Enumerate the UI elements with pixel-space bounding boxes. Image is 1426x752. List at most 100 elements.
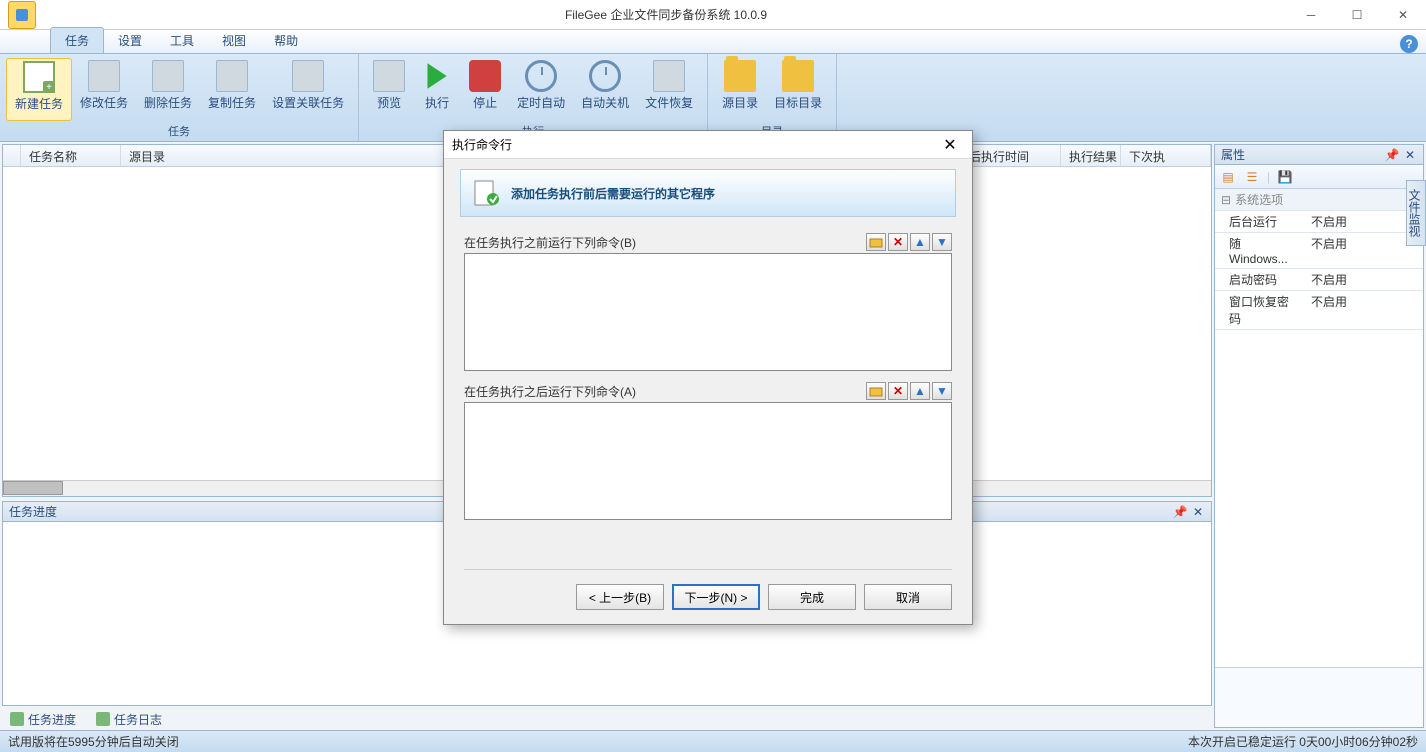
new-task-button[interactable]: 新建任务	[6, 58, 72, 121]
dialog-close-button[interactable]: ✕	[936, 131, 964, 159]
properties-toolbar: ▤ ☰ | 💾	[1215, 165, 1423, 189]
bottom-tab-progress[interactable]: 任务进度	[4, 709, 82, 730]
move-up-button[interactable]: ▲	[910, 233, 930, 251]
status-right: 本次开启已稳定运行 0天00小时06分钟02秒	[1188, 733, 1418, 750]
folder-icon	[724, 60, 756, 92]
move-down-button[interactable]: ▼	[932, 382, 952, 400]
after-label: 在任务执行之后运行下列命令(A)	[464, 383, 866, 400]
delete-icon	[152, 60, 184, 92]
next-button[interactable]: 下一步(N) >	[672, 584, 760, 610]
dialog-header-text: 添加任务执行前后需要运行的其它程序	[511, 185, 715, 202]
link-icon	[292, 60, 324, 92]
dialog-title-text: 执行命令行	[452, 136, 512, 153]
log-icon	[96, 712, 110, 726]
prev-button[interactable]: < 上一步(B)	[576, 584, 664, 610]
panel-close-icon[interactable]: ✕	[1403, 148, 1417, 162]
schedule-button[interactable]: 定时自动	[509, 58, 573, 121]
stop-button[interactable]: 停止	[461, 58, 509, 121]
categorize-icon[interactable]: ▤	[1219, 168, 1237, 186]
cancel-button[interactable]: 取消	[864, 584, 952, 610]
pin-icon[interactable]: 📌	[1173, 505, 1187, 519]
wizard-icon	[473, 179, 501, 207]
execute-button[interactable]: 执行	[413, 58, 461, 121]
titlebar: FileGee 企业文件同步备份系统 10.0.9 ─ ☐ ✕	[0, 0, 1426, 30]
source-dir-button[interactable]: 源目录	[714, 58, 766, 121]
link-task-button[interactable]: 设置关联任务	[264, 58, 352, 121]
dialog-header: 添加任务执行前后需要运行的其它程序	[460, 169, 956, 217]
tab-tools[interactable]: 工具	[156, 28, 208, 53]
finish-button[interactable]: 完成	[768, 584, 856, 610]
side-tab-filewatch[interactable]: 文件监视	[1406, 180, 1426, 246]
collapse-icon[interactable]: ⊟	[1221, 193, 1231, 207]
property-row[interactable]: 窗口恢复密码不启用	[1215, 291, 1423, 330]
delete-button[interactable]: ✕	[888, 233, 908, 251]
menu-tabs: 任务 设置 工具 视图 帮助 ?	[0, 30, 1426, 54]
tab-settings[interactable]: 设置	[104, 28, 156, 53]
save-icon[interactable]: 💾	[1276, 168, 1294, 186]
close-button[interactable]: ✕	[1380, 0, 1426, 30]
target-dir-button[interactable]: 目标目录	[766, 58, 830, 121]
maximize-button[interactable]: ☐	[1334, 0, 1380, 30]
browse-button[interactable]	[866, 382, 886, 400]
progress-icon	[10, 712, 24, 726]
col-next[interactable]: 下次执	[1121, 145, 1211, 166]
pin-icon[interactable]: 📌	[1385, 148, 1399, 162]
delete-button[interactable]: ✕	[888, 382, 908, 400]
after-commands-input[interactable]	[464, 402, 952, 520]
preview-icon	[373, 60, 405, 92]
browse-button[interactable]	[866, 233, 886, 251]
property-description	[1215, 667, 1423, 727]
ribbon: 新建任务 修改任务 删除任务 复制任务 设置关联任务 任务 预览 执行 停止 定…	[0, 54, 1426, 142]
app-logo-icon	[8, 1, 36, 29]
copy-icon	[216, 60, 248, 92]
property-row[interactable]: 随Windows...不启用	[1215, 233, 1423, 269]
col-exec-time[interactable]: 后执行时间	[961, 145, 1061, 166]
move-up-button[interactable]: ▲	[910, 382, 930, 400]
tab-help[interactable]: 帮助	[260, 28, 312, 53]
tab-tasks[interactable]: 任务	[50, 27, 104, 53]
before-commands-section: 在任务执行之前运行下列命令(B) ✕ ▲ ▼	[464, 233, 952, 374]
clock-icon	[525, 60, 557, 92]
dialog-separator	[464, 569, 952, 570]
restore-icon	[653, 60, 685, 92]
move-down-button[interactable]: ▼	[932, 233, 952, 251]
bottom-tabs: 任务进度 任务日志	[0, 708, 1214, 730]
before-commands-input[interactable]	[464, 253, 952, 371]
copy-task-button[interactable]: 复制任务	[200, 58, 264, 121]
dialog-titlebar: 执行命令行 ✕	[444, 131, 972, 159]
ribbon-group-execute: 预览 执行 停止 定时自动 自动关机 文件恢复 执行	[359, 54, 708, 141]
property-row[interactable]: 启动密码不启用	[1215, 269, 1423, 291]
sort-icon[interactable]: ☰	[1243, 168, 1261, 186]
statusbar: 试用版将在5995分钟后自动关闭 本次开启已稳定运行 0天00小时06分钟02秒	[0, 730, 1426, 752]
panel-close-icon[interactable]: ✕	[1191, 505, 1205, 519]
properties-body: ⊟系统选项 后台运行不启用 随Windows...不启用 启动密码不启用 窗口恢…	[1215, 189, 1423, 667]
properties-panel: 属性 📌 ✕ ▤ ☰ | 💾 ⊟系统选项 后台运行不启用 随Windows...…	[1214, 144, 1424, 728]
minimize-button[interactable]: ─	[1288, 0, 1334, 30]
property-row[interactable]: 后台运行不启用	[1215, 211, 1423, 233]
before-label: 在任务执行之前运行下列命令(B)	[464, 234, 866, 251]
ribbon-group-dirs: 源目录 目标目录 目录	[708, 54, 837, 141]
delete-task-button[interactable]: 删除任务	[136, 58, 200, 121]
col-result[interactable]: 执行结果	[1061, 145, 1121, 166]
window-title: FileGee 企业文件同步备份系统 10.0.9	[44, 6, 1288, 23]
tab-view[interactable]: 视图	[208, 28, 260, 53]
preview-button[interactable]: 预览	[365, 58, 413, 121]
edit-icon	[88, 60, 120, 92]
property-category[interactable]: ⊟系统选项	[1215, 189, 1423, 211]
bottom-tab-log[interactable]: 任务日志	[90, 709, 168, 730]
file-restore-button[interactable]: 文件恢复	[637, 58, 701, 121]
dialog-body: 在任务执行之前运行下列命令(B) ✕ ▲ ▼ 在任务执行之后运行下列命令(A) …	[444, 223, 972, 561]
edit-task-button[interactable]: 修改任务	[72, 58, 136, 121]
play-icon	[421, 60, 453, 92]
folder-icon	[782, 60, 814, 92]
auto-shutdown-button[interactable]: 自动关机	[573, 58, 637, 121]
power-icon	[589, 60, 621, 92]
ribbon-group-tasks: 新建任务 修改任务 删除任务 复制任务 设置关联任务 任务	[0, 54, 359, 141]
help-icon[interactable]: ?	[1400, 35, 1418, 53]
dialog-buttons: < 上一步(B) 下一步(N) > 完成 取消	[444, 578, 972, 624]
after-commands-section: 在任务执行之后运行下列命令(A) ✕ ▲ ▼	[464, 382, 952, 523]
new-file-icon	[23, 61, 55, 93]
status-left: 试用版将在5995分钟后自动关闭	[8, 733, 179, 750]
col-task-name[interactable]: 任务名称	[21, 145, 121, 166]
properties-title: 属性 📌 ✕	[1215, 145, 1423, 165]
